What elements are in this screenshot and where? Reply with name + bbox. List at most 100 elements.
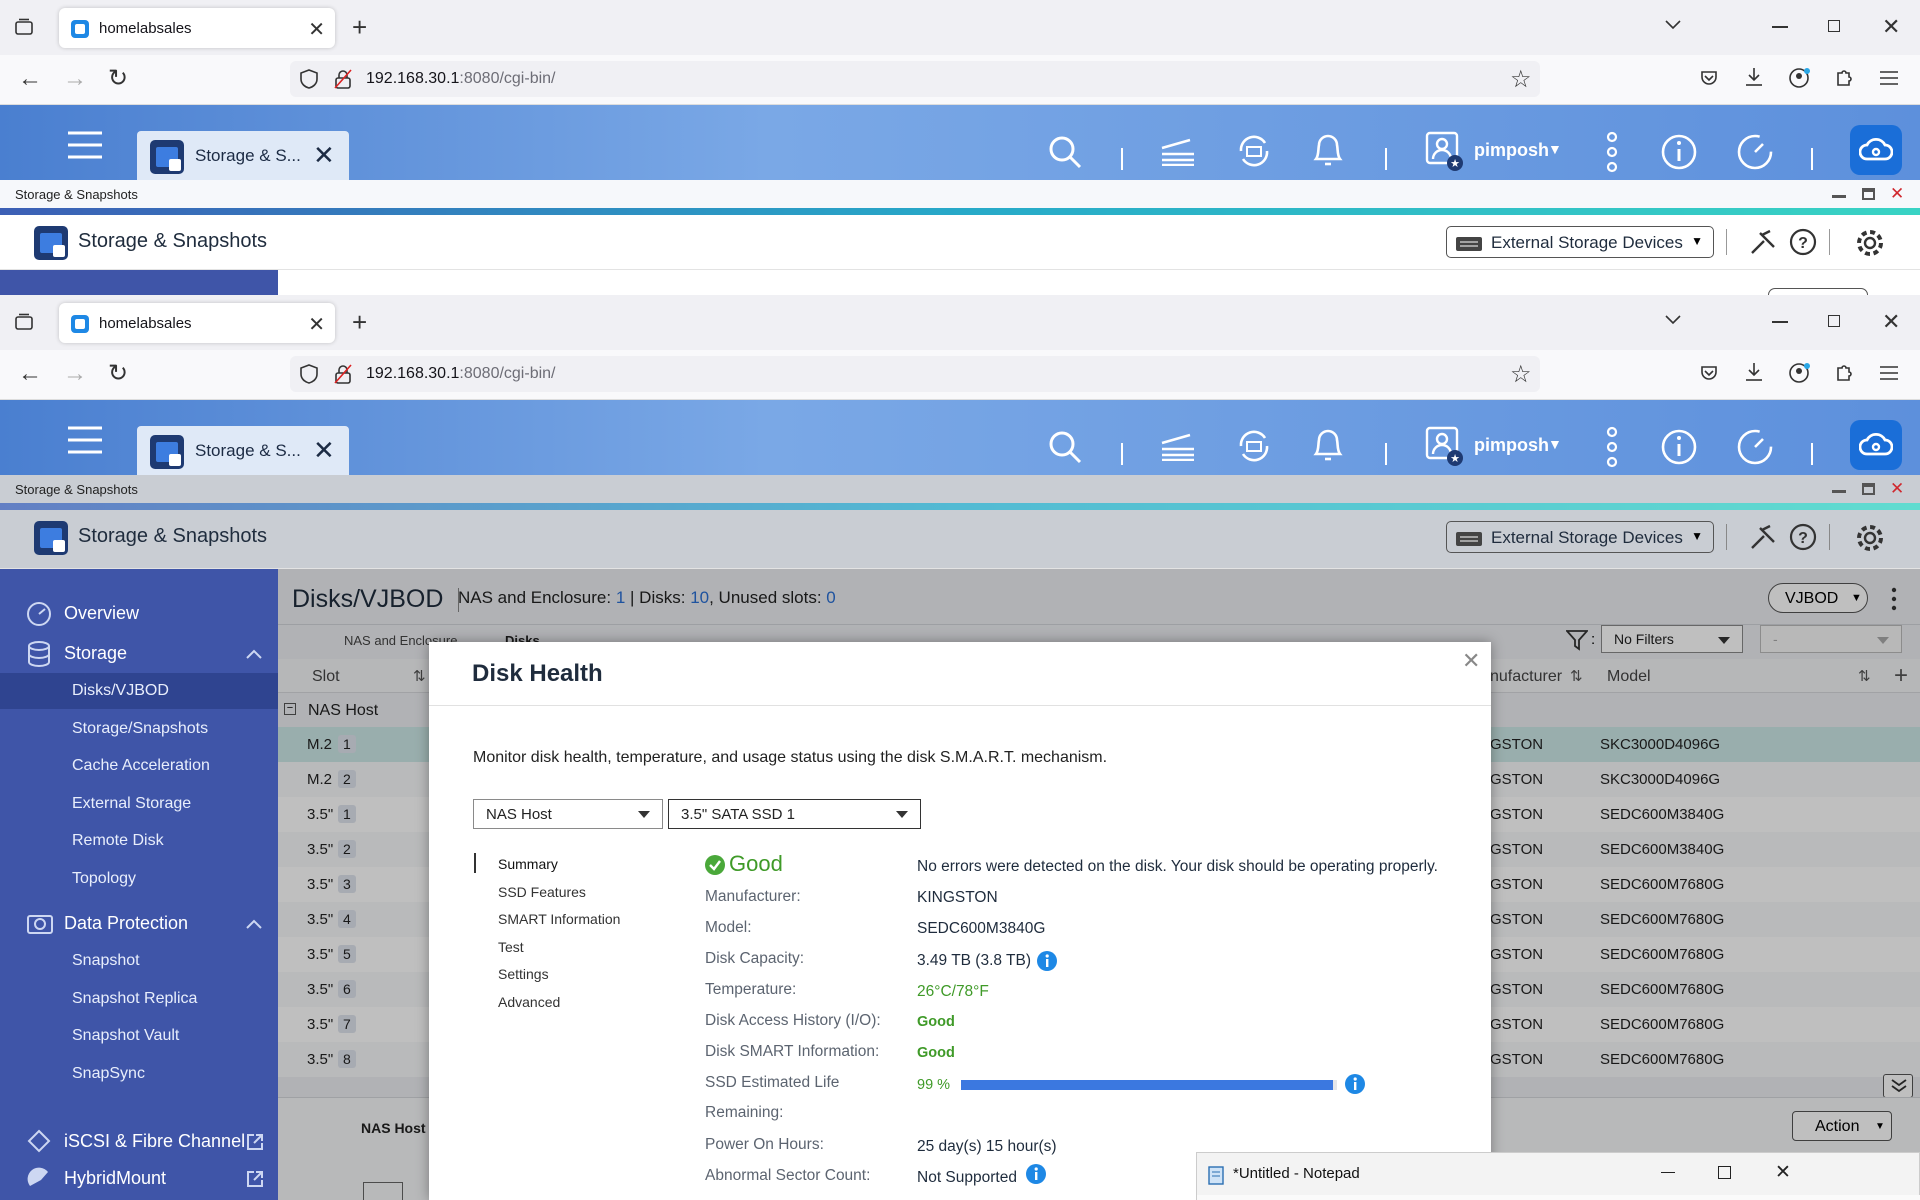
info-circle-icon[interactable] — [1037, 951, 1057, 971]
host-select[interactable]: NAS Host — [473, 799, 663, 829]
restore-icon[interactable] — [1828, 315, 1840, 327]
chevron-down-icon[interactable] — [1665, 20, 1681, 30]
help-icon[interactable]: ? — [1789, 523, 1817, 551]
close-window-icon[interactable]: ✕ — [1882, 309, 1900, 335]
close-app-tab-icon[interactable]: ✕ — [313, 435, 335, 466]
notepad-close-icon[interactable]: ✕ — [1775, 1161, 1791, 1184]
app-maximize-icon[interactable] — [1862, 188, 1875, 200]
user-icon[interactable]: ★ — [1425, 426, 1465, 468]
minimize-icon[interactable] — [1772, 321, 1788, 323]
close-tab-icon[interactable]: ✕ — [308, 312, 325, 337]
dialog-nav-item[interactable]: Test — [498, 939, 524, 955]
pocket-icon[interactable] — [1700, 69, 1718, 87]
sidebar-subitem[interactable]: Storage/Snapshots — [0, 711, 278, 747]
close-tab-icon[interactable]: ✕ — [308, 17, 325, 42]
tools-icon[interactable] — [1748, 229, 1776, 257]
browser-tab-2[interactable]: homelabsales ✕ — [59, 303, 335, 343]
username[interactable]: pimposh — [1474, 435, 1549, 456]
background-tasks-icon[interactable] — [1160, 429, 1196, 461]
sync-icon[interactable] — [1235, 133, 1273, 169]
download-icon[interactable] — [1745, 67, 1763, 87]
minimize-icon[interactable] — [1772, 26, 1788, 28]
tab-overview-icon[interactable] — [14, 18, 34, 36]
download-icon[interactable] — [1745, 362, 1763, 382]
search-icon[interactable] — [1048, 430, 1082, 464]
external-storage-devices-button[interactable]: External Storage Devices ▼ — [1446, 226, 1714, 258]
external-storage-devices-button[interactable]: External Storage Devices ▼ — [1446, 521, 1714, 553]
notification-bell-icon[interactable] — [1311, 428, 1345, 464]
app-minimize-icon[interactable] — [1832, 490, 1846, 493]
pocket-icon[interactable] — [1700, 364, 1718, 382]
notification-bell-icon[interactable] — [1311, 133, 1345, 169]
info-circle-icon[interactable] — [1026, 1164, 1046, 1184]
new-tab-icon[interactable]: + — [352, 307, 367, 338]
close-window-icon[interactable]: ✕ — [1882, 14, 1900, 40]
account-icon[interactable] — [1789, 67, 1811, 89]
menu-icon[interactable] — [1880, 365, 1898, 381]
menu-icon[interactable] — [1880, 70, 1898, 86]
qts-menu-icon[interactable] — [68, 425, 102, 455]
disk-select[interactable]: 3.5" SATA SSD 1 — [668, 799, 921, 829]
resource-monitor-icon[interactable] — [1736, 428, 1774, 466]
app-maximize-icon[interactable] — [1862, 483, 1875, 495]
sidebar-subitem[interactable]: External Storage — [0, 786, 278, 822]
notepad-maximize-icon[interactable] — [1718, 1166, 1731, 1179]
tab-overview-icon[interactable] — [14, 313, 34, 331]
sidebar-subitem[interactable]: Snapshot — [0, 943, 278, 979]
sync-icon[interactable] — [1235, 428, 1273, 464]
dialog-nav-item[interactable]: Settings — [498, 966, 549, 982]
dialog-nav-item[interactable]: SSD Features — [498, 884, 586, 900]
settings-gear-icon[interactable] — [1854, 227, 1886, 259]
dialog-nav-item[interactable]: SMART Information — [498, 911, 620, 927]
info-icon[interactable] — [1660, 428, 1698, 466]
tools-icon[interactable] — [1748, 524, 1776, 552]
sidebar-item-hybridmount[interactable]: HybridMount — [0, 1160, 278, 1196]
help-icon[interactable]: ? — [1789, 228, 1817, 256]
resource-monitor-icon[interactable] — [1736, 133, 1774, 171]
extensions-icon[interactable] — [1834, 67, 1854, 87]
qts-app-tab[interactable]: Storage & S... ✕ — [137, 131, 349, 180]
notepad-window[interactable]: *Untitled - Notepad ✕ — [1196, 1152, 1920, 1200]
app-minimize-icon[interactable] — [1832, 195, 1846, 198]
sidebar-subitem[interactable]: Topology — [0, 861, 278, 897]
browser-tab[interactable]: homelabsales ✕ — [59, 8, 335, 48]
more-options-icon[interactable] — [1606, 426, 1618, 468]
settings-gear-icon[interactable] — [1854, 522, 1886, 554]
info-icon[interactable] — [1660, 133, 1698, 171]
background-tasks-icon[interactable] — [1160, 134, 1196, 166]
cloud-button[interactable] — [1850, 420, 1902, 470]
sidebar-item-iscsi[interactable]: iSCSI & Fibre Channel — [0, 1123, 278, 1159]
sidebar-subitem[interactable]: Cache Acceleration — [0, 748, 278, 784]
close-app-tab-icon[interactable]: ✕ — [313, 140, 335, 171]
user-dropdown-icon[interactable]: ▼ — [1548, 436, 1562, 452]
back-icon[interactable]: ← — [18, 65, 42, 93]
account-icon[interactable] — [1789, 362, 1811, 384]
cloud-button[interactable] — [1850, 125, 1902, 175]
user-dropdown-icon[interactable]: ▼ — [1548, 141, 1562, 157]
info-circle-icon[interactable] — [1345, 1074, 1365, 1094]
sidebar-item-overview[interactable]: Overview — [0, 595, 278, 631]
user-icon[interactable]: ★ — [1425, 131, 1465, 173]
qts-menu-icon[interactable] — [68, 130, 102, 160]
username[interactable]: pimposh — [1474, 140, 1549, 161]
sidebar-section-storage[interactable]: Storage — [0, 635, 278, 671]
more-options-icon[interactable] — [1606, 131, 1618, 173]
app-close-icon[interactable]: ✕ — [1890, 479, 1904, 499]
forward-icon[interactable]: → — [63, 65, 87, 93]
url-bar-2[interactable]: 192.168.30.1:8080/cgi-bin/ ☆ — [290, 356, 1540, 392]
bookmark-star-icon[interactable]: ☆ — [1510, 65, 1532, 94]
dialog-nav-item[interactable]: Summary — [498, 856, 558, 872]
search-icon[interactable] — [1048, 135, 1082, 169]
notepad-minimize-icon[interactable] — [1661, 1172, 1675, 1174]
url-bar[interactable]: 192.168.30.1:8080/cgi-bin/ ☆ — [290, 61, 1540, 97]
sidebar-subitem[interactable]: SnapSync — [0, 1056, 278, 1092]
restore-icon[interactable] — [1828, 20, 1840, 32]
sidebar-section-data-protection[interactable]: Data Protection — [0, 905, 278, 941]
forward-icon[interactable]: → — [63, 360, 87, 388]
new-tab-icon[interactable]: + — [352, 12, 367, 43]
reload-icon[interactable]: ↻ — [108, 359, 128, 388]
sidebar-subitem[interactable]: Snapshot Replica — [0, 981, 278, 1017]
chevron-down-icon[interactable] — [1665, 315, 1681, 325]
sidebar-subitem[interactable]: Snapshot Vault — [0, 1018, 278, 1054]
close-dialog-icon[interactable]: ✕ — [1462, 648, 1480, 674]
